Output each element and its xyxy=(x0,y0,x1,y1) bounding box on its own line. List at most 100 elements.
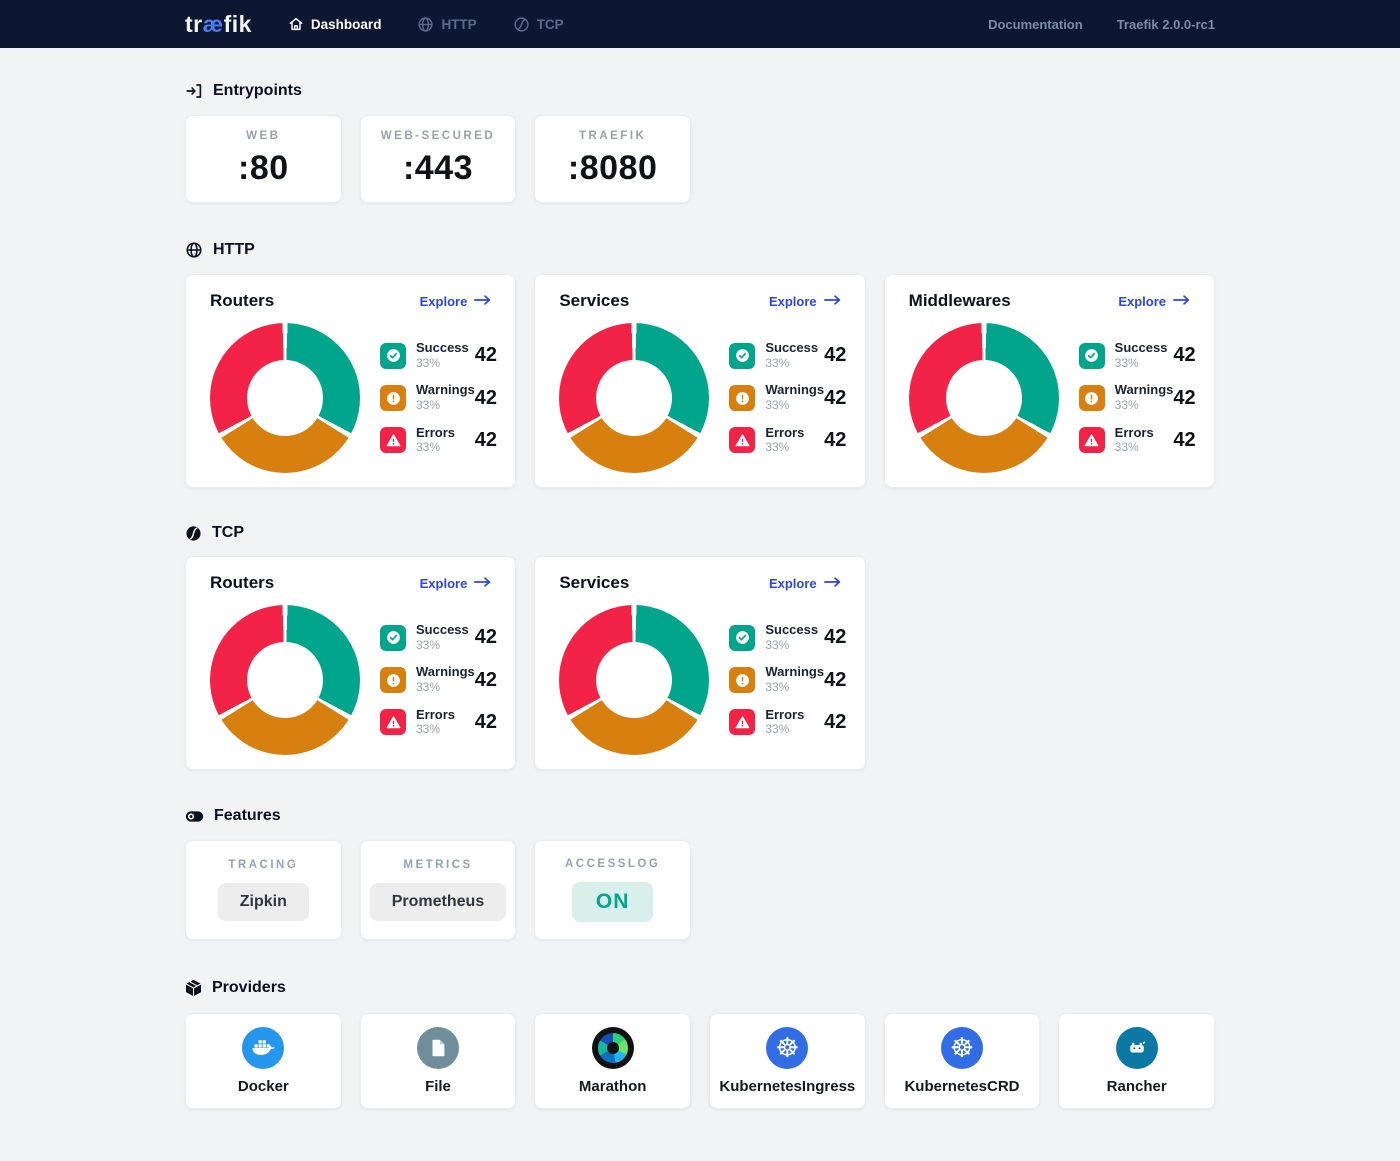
legend-row-errors: Errors33% 42 xyxy=(380,707,501,738)
globe-icon xyxy=(417,16,434,33)
logo-part-accent: æ xyxy=(203,11,224,37)
legend-label: Warnings xyxy=(416,664,475,680)
documentation-link[interactable]: Documentation xyxy=(988,17,1083,32)
navbar-right: Documentation Traefik 2.0.0-rc1 xyxy=(988,17,1215,32)
tcp-grid: Routers Explore Success33% 42 Warnings33… xyxy=(185,556,1215,770)
legend-value: 42 xyxy=(1173,344,1199,367)
legend-value: 42 xyxy=(475,387,501,410)
providers-grid: Docker File Marathon ☸ KubernetesIngress… xyxy=(185,1013,1215,1109)
nav-item-label: Dashboard xyxy=(311,17,382,32)
legend-percent: 33% xyxy=(765,398,824,414)
legend-percent: 33% xyxy=(416,638,469,654)
feature-name: METRICS xyxy=(403,859,472,871)
legend-value: 42 xyxy=(475,344,501,367)
card-title: Services xyxy=(559,291,629,311)
explore-link[interactable]: Explore xyxy=(769,294,841,309)
legend-row-warnings: Warnings33% 42 xyxy=(380,382,501,413)
legend-row-warnings: Warnings33% 42 xyxy=(380,664,501,695)
legend-percent: 33% xyxy=(416,356,469,372)
legend-row-success: Success33% 42 xyxy=(380,340,501,371)
explore-link[interactable]: Explore xyxy=(420,576,492,591)
legend-label: Warnings xyxy=(765,382,824,398)
warning-icon xyxy=(380,667,406,693)
legend-value: 42 xyxy=(824,387,850,410)
feature-card-accesslog: ACCESSLOG ON xyxy=(534,840,691,940)
arrow-right-icon xyxy=(824,294,841,309)
section-title: Features xyxy=(214,807,281,825)
legend-label: Errors xyxy=(765,425,804,441)
error-icon xyxy=(1079,427,1105,453)
legend-label: Errors xyxy=(416,707,455,723)
arrow-right-icon xyxy=(474,576,491,591)
legend-row-success: Success33% 42 xyxy=(729,622,850,653)
arrow-right-icon xyxy=(474,294,491,309)
legend-value: 42 xyxy=(1173,429,1199,452)
features-section-header: Features xyxy=(185,807,1215,825)
provider-name: File xyxy=(425,1078,451,1095)
explore-label: Explore xyxy=(420,576,468,591)
explore-label: Explore xyxy=(420,294,468,309)
nav-item-http[interactable]: HTTP xyxy=(417,16,476,33)
provider-card-file: File xyxy=(360,1013,517,1109)
warning-icon xyxy=(1079,385,1105,411)
explore-label: Explore xyxy=(769,576,817,591)
nav-item-dashboard[interactable]: Dashboard xyxy=(288,16,382,32)
provider-name: Marathon xyxy=(579,1078,647,1095)
section-title: HTTP xyxy=(213,241,255,259)
entrypoints-grid: WEB :80 WEB-SECURED :443 TRAEFIK :8080 xyxy=(185,115,1215,203)
provider-card-rancher: Rancher xyxy=(1058,1013,1215,1109)
legend-percent: 33% xyxy=(765,356,818,372)
donut-chart xyxy=(210,605,360,755)
legend-row-warnings: Warnings33% 42 xyxy=(1079,382,1200,413)
entrypoint-port: :80 xyxy=(238,149,289,188)
legend-percent: 33% xyxy=(1115,356,1168,372)
legend-percent: 33% xyxy=(416,398,475,414)
legend-label: Success xyxy=(416,340,469,356)
entrypoints-section-header: Entrypoints xyxy=(185,82,1215,100)
legend-row-warnings: Warnings33% 42 xyxy=(729,382,850,413)
feature-card-tracing: TRACING Zipkin xyxy=(185,840,342,940)
warning-icon xyxy=(380,385,406,411)
legend-percent: 33% xyxy=(416,722,455,738)
legend-value: 42 xyxy=(824,669,850,692)
donut-chart xyxy=(559,605,709,755)
legend-value: 42 xyxy=(475,429,501,452)
legend-percent: 33% xyxy=(765,638,818,654)
providers-section-header: Providers xyxy=(185,979,1215,997)
logo-part: tr xyxy=(185,11,203,37)
feature-on-badge: ON xyxy=(572,882,654,922)
traefik-logo[interactable]: træfik xyxy=(185,11,252,38)
legend-value: 42 xyxy=(824,429,850,452)
chart-legend: Success33% 42 Warnings 33% 42 Errors33% 4… xyxy=(729,622,850,738)
nav-item-label: HTTP xyxy=(441,17,476,32)
section-title: Providers xyxy=(212,979,286,997)
nav-item-tcp[interactable]: TCP xyxy=(513,16,564,33)
legend-label: Success xyxy=(765,340,818,356)
section-title: Entrypoints xyxy=(213,82,302,100)
legend-label: Warnings xyxy=(765,664,824,680)
login-arrow-icon xyxy=(185,82,203,100)
nav-item-label: TCP xyxy=(537,17,564,32)
legend-percent: 33% xyxy=(765,722,804,738)
arrow-right-icon xyxy=(824,576,841,591)
legend-row-errors: Errors33% 42 xyxy=(729,707,850,738)
section-title: TCP xyxy=(212,524,244,542)
legend-percent: 33% xyxy=(1115,398,1174,414)
http-routers-card: Routers Explore Success33% 42 Warnings33… xyxy=(185,274,516,488)
explore-link[interactable]: Explore xyxy=(420,294,492,309)
chart-legend: Success33% 42 Warnings33% 42 Errors33% 4… xyxy=(380,622,501,738)
explore-link[interactable]: Explore xyxy=(1118,294,1190,309)
kubernetes-icon: ☸ xyxy=(941,1027,983,1069)
entrypoint-port: :8080 xyxy=(568,149,657,188)
toggle-icon xyxy=(185,810,204,823)
entrypoint-name: TRAEFIK xyxy=(579,130,646,142)
legend-label: Success xyxy=(765,622,818,638)
feature-name: ACCESSLOG xyxy=(565,858,660,870)
provider-name: Docker xyxy=(238,1078,289,1095)
globe-icon xyxy=(185,241,203,259)
donut-chart xyxy=(210,323,360,473)
legend-value: 42 xyxy=(824,344,850,367)
explore-link[interactable]: Explore xyxy=(769,576,841,591)
donut-chart xyxy=(559,323,709,473)
kubernetes-icon: ☸ xyxy=(766,1027,808,1069)
